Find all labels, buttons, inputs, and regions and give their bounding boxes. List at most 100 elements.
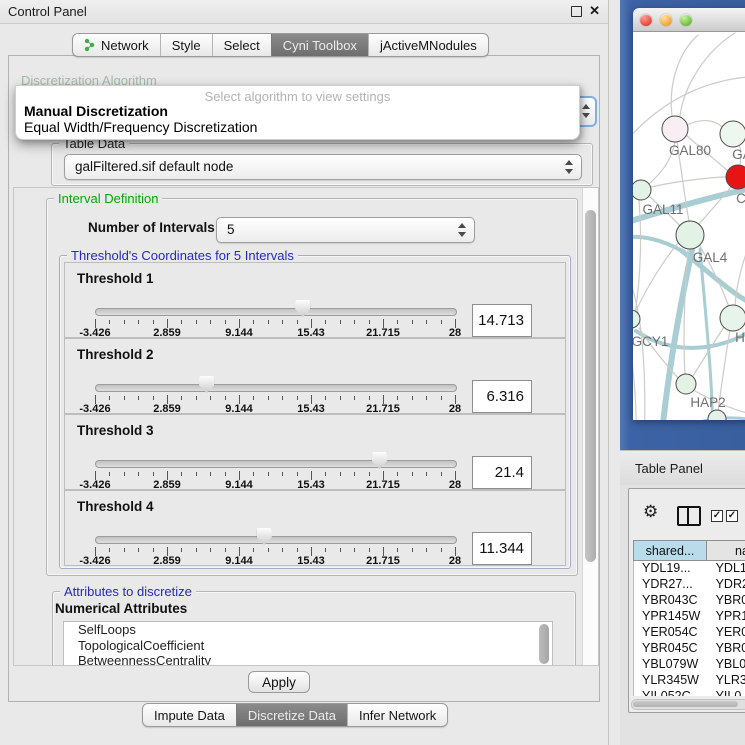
gear-icon[interactable]: ⚙ (643, 503, 658, 520)
algorithm-option[interactable]: Manual Discretization (24, 103, 168, 119)
float-icon[interactable] (571, 6, 582, 17)
attribute-item[interactable]: BetweennessCentrality (64, 653, 552, 666)
attribute-item[interactable]: SelfLoops (64, 622, 552, 638)
edge[interactable] (636, 243, 678, 311)
thresholds-group-title: Threshold's Coordinates for 5 Intervals (67, 248, 298, 263)
control-panel: Control Panel ✕ NetworkStyleSelectCyni T… (0, 0, 609, 745)
interval-definition-title: Interval Definition (54, 191, 162, 206)
threshold-value-field[interactable]: 6.316 (472, 380, 532, 413)
edge[interactable] (687, 121, 723, 128)
tick-mark (297, 396, 298, 400)
tick-mark (181, 472, 182, 476)
tick-mark (210, 472, 211, 476)
table-row[interactable]: YBR045CYBR0 (634, 641, 745, 657)
tab-network[interactable]: Network (73, 34, 160, 56)
stepper-icon (458, 222, 467, 238)
numerical-attributes-list[interactable]: SelfLoopsTopologicalCoefficientBetweenne… (63, 621, 553, 666)
table-row[interactable]: YDR27...YDR2 (634, 577, 745, 593)
table-hscrollbar[interactable] (631, 699, 745, 710)
tick-mark (340, 548, 341, 552)
table-data-combo[interactable]: galFiltered.sif default node (64, 154, 582, 180)
tab-style[interactable]: Style (160, 34, 212, 56)
node-gal4[interactable] (676, 221, 704, 249)
table-row[interactable]: YBR043CYBR0 (634, 593, 745, 609)
tick-mark (325, 548, 326, 552)
settings-scrollbar[interactable] (582, 188, 598, 665)
column-header-name[interactable]: na (707, 540, 745, 561)
tab-impute-data[interactable]: Impute Data (143, 704, 236, 726)
checkbox-icon[interactable]: ✓ (711, 510, 723, 522)
node-c[interactable] (726, 165, 745, 189)
tick-mark (124, 548, 125, 552)
tick-mark (268, 320, 269, 324)
table-row[interactable]: YBL079WYBL0 (634, 657, 745, 673)
node-gal80[interactable] (662, 116, 688, 142)
checkbox-icon[interactable]: ✓ (726, 510, 738, 522)
tick-mark (369, 472, 370, 476)
threshold-value-field[interactable]: 14.713 (472, 304, 532, 337)
table-cell-name: YDR2 (706, 577, 745, 593)
node-gal11[interactable] (633, 180, 651, 200)
tick-mark (153, 548, 154, 552)
node-gcy1[interactable] (633, 310, 640, 328)
attribute-item[interactable]: TopologicalCoefficient (64, 638, 552, 654)
tab-select[interactable]: Select (212, 34, 271, 56)
column-header-shared[interactable]: shared... (633, 540, 707, 561)
slider-track[interactable] (95, 460, 457, 468)
table-cell-shared: YBL079W (634, 657, 706, 673)
tick-mark (369, 548, 370, 552)
table-panel: Table Panel ⚙ ✓ ✓ shared... na YDL19...Y… (620, 450, 745, 745)
tick-mark (441, 548, 442, 552)
table-cell-shared: YIL052C (634, 689, 706, 696)
tick-mark (138, 320, 139, 324)
network-canvas[interactable]: GAL80GACGAL11GAL4GCY1HHAP2 (633, 32, 745, 420)
tab-label: jActiveMNodules (380, 38, 477, 53)
table-row[interactable]: YDL19...YDL1 (634, 561, 745, 577)
close-traffic-light[interactable] (640, 14, 652, 26)
tick-mark (441, 320, 442, 324)
attributes-list-scrollbar[interactable] (539, 624, 549, 664)
apply-button[interactable]: Apply (248, 671, 310, 693)
close-icon[interactable]: ✕ (589, 3, 600, 19)
slider-track[interactable] (95, 536, 457, 544)
tick-mark (153, 472, 154, 476)
highlighted-edge[interactable] (645, 418, 745, 420)
tab-jactivemnodules[interactable]: jActiveMNodules (368, 34, 488, 56)
tab-cyni-toolbox[interactable]: Cyni Toolbox (271, 34, 368, 56)
slider-track[interactable] (95, 308, 457, 316)
edge[interactable] (651, 177, 726, 187)
tick-mark (268, 548, 269, 552)
node-ga[interactable] (720, 121, 745, 147)
table-row[interactable]: YIL052CYIL0 (634, 689, 745, 696)
table-row[interactable]: YER054CYER0 (634, 625, 745, 641)
table-cell-shared: YPR145W (634, 609, 706, 625)
node-label: HAP2 (690, 395, 725, 410)
num-intervals-combo[interactable]: 5 (216, 217, 475, 243)
node-unlabeled[interactable] (708, 410, 726, 420)
tick-mark (153, 396, 154, 400)
threshold-value-field[interactable]: 21.4 (472, 456, 532, 489)
columns-icon[interactable] (677, 506, 701, 526)
node-h[interactable] (720, 305, 745, 331)
tab-infer-network[interactable]: Infer Network (347, 704, 447, 726)
table-cell-shared: YER054C (634, 625, 706, 641)
node-hap2[interactable] (676, 374, 696, 394)
table-hscrollbar-thumb[interactable] (633, 701, 738, 707)
top-tab-bar: NetworkStyleSelectCyni Toolbox jActiveMNo… (72, 33, 489, 57)
edge[interactable] (699, 187, 731, 224)
minimize-traffic-light[interactable] (660, 14, 672, 26)
tab-discretize-data[interactable]: Discretize Data (236, 704, 347, 726)
table-row[interactable]: YPR145WYPR1 (634, 609, 745, 625)
threshold-value-field[interactable]: 11.344 (472, 532, 532, 565)
table-row[interactable]: YLR345WYLR3 (634, 673, 745, 689)
tick-mark (325, 396, 326, 400)
tick-mark (210, 320, 211, 324)
algorithm-option[interactable]: Equal Width/Frequency Discretization (24, 119, 257, 135)
settings-scrollbar-thumb[interactable] (585, 210, 596, 562)
tick-mark (138, 548, 139, 552)
node-label: GAL4 (693, 250, 728, 265)
tick-mark (225, 472, 226, 476)
zoom-traffic-light[interactable] (680, 14, 692, 26)
slider-track[interactable] (95, 384, 457, 392)
tick-mark (441, 396, 442, 400)
